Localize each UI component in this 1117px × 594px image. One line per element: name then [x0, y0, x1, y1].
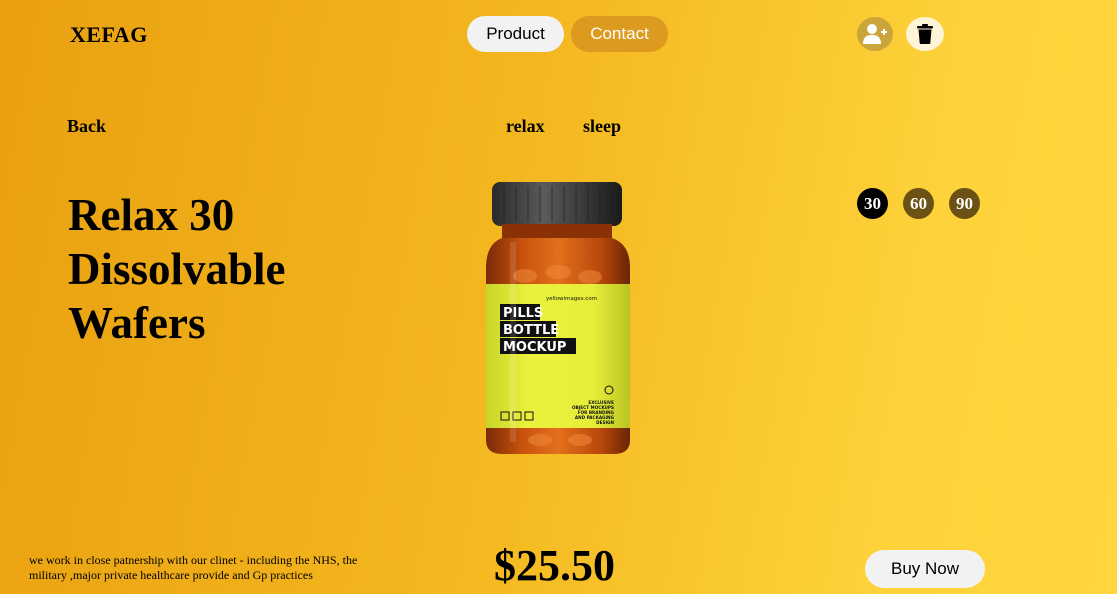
buy-now-button[interactable]: Buy Now [865, 550, 985, 588]
product-price: $25.50 [494, 541, 615, 590]
cart-trash-button[interactable] [906, 17, 944, 51]
size-option-60[interactable]: 60 [903, 188, 934, 219]
add-user-button[interactable] [857, 17, 893, 51]
back-link[interactable]: Back [67, 116, 106, 137]
product-title: Relax 30 Dissolvable Wafers [68, 188, 388, 350]
size-option-30[interactable]: 30 [857, 188, 888, 219]
product-title-line: Relax 30 [68, 190, 235, 240]
bottle-label-note: DESIGN [596, 420, 614, 425]
size-option-90[interactable]: 90 [949, 188, 980, 219]
brand-logo[interactable]: XEFAG [70, 22, 148, 48]
nav-product-button[interactable]: Product [467, 16, 564, 52]
product-title-line: Wafers [68, 298, 206, 348]
company-description: we work in close patnership with our cli… [29, 553, 358, 582]
trash-icon [917, 24, 933, 44]
product-title-line: Dissolvable [68, 244, 286, 294]
tag-relax[interactable]: relax [506, 116, 545, 137]
bottle-label-site: yellowimages.com [546, 296, 597, 302]
tag-sleep[interactable]: sleep [583, 116, 621, 137]
add-user-icon [863, 24, 887, 44]
product-bottle-image: yellowimages.com PILLS BOTTLE MOCKUP EXC… [486, 182, 630, 454]
bottle-label-headline: PILLS [503, 306, 543, 321]
nav-contact-button[interactable]: Contact [571, 16, 668, 52]
